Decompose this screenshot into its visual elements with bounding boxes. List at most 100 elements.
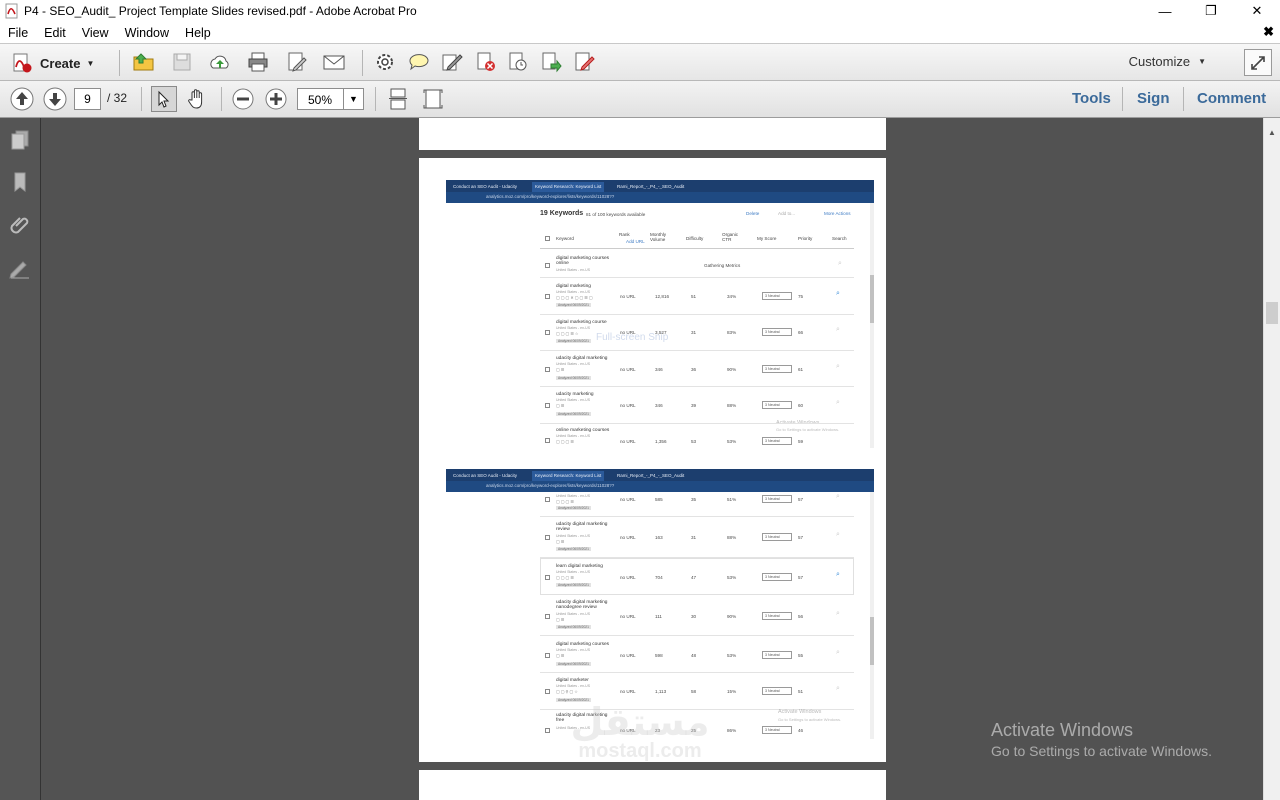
checkbox bbox=[545, 614, 550, 619]
email-icon[interactable] bbox=[322, 50, 346, 74]
search-icon: ⌕ bbox=[836, 326, 840, 333]
settings-gear-icon[interactable] bbox=[373, 50, 397, 74]
volume-value: 111 bbox=[655, 614, 662, 619]
keyword-location: United States - en-US bbox=[556, 398, 591, 402]
tools-panel-link[interactable]: Tools bbox=[1072, 90, 1111, 107]
ctr-value: 53% bbox=[727, 653, 737, 658]
zoom-level-select[interactable]: 50% ▼ bbox=[297, 88, 364, 110]
scrollbar-thumb[interactable] bbox=[1266, 302, 1278, 324]
search-icon: ⌕ bbox=[836, 493, 840, 500]
search-icon: ⌕ bbox=[836, 399, 840, 406]
select-tool-button[interactable] bbox=[151, 86, 177, 112]
menu-view[interactable]: View bbox=[74, 26, 117, 40]
serp-features-icons: ▢☰ bbox=[556, 403, 566, 408]
toolbar-divider bbox=[375, 87, 376, 111]
activate-windows-overlay: Activate Windows bbox=[778, 709, 822, 715]
signatures-icon[interactable] bbox=[8, 257, 32, 281]
vertical-scrollbar[interactable]: ▲ bbox=[1263, 118, 1280, 800]
hand-tool-icon[interactable] bbox=[185, 87, 209, 111]
search-icon: ⌕ bbox=[838, 260, 842, 267]
difficulty-value: 48 bbox=[691, 653, 697, 658]
print-icon[interactable] bbox=[246, 50, 270, 74]
create-button[interactable]: Create ▼ bbox=[10, 52, 94, 74]
serp-features-icons: ▢▢▢☰ bbox=[556, 499, 575, 504]
score-select: 3 Neutral bbox=[762, 533, 792, 541]
serp-features-icons: ▢▢⚲▢☆ bbox=[556, 689, 579, 694]
redact-icon[interactable] bbox=[474, 50, 498, 74]
close-window-button[interactable]: ✕ bbox=[1234, 0, 1280, 22]
difficulty-value: 58 bbox=[691, 689, 697, 694]
chevron-down-icon: ▼ bbox=[1198, 57, 1206, 66]
comment-panel-link[interactable]: Comment bbox=[1197, 90, 1266, 107]
page-thumbnails-icon[interactable] bbox=[8, 128, 32, 152]
navigation-pane bbox=[0, 118, 41, 800]
previous-page-icon[interactable] bbox=[9, 86, 35, 112]
zoom-out-icon[interactable] bbox=[231, 87, 255, 111]
difficulty-value: 31 bbox=[691, 535, 697, 540]
search-icon: ⌕ bbox=[836, 610, 840, 617]
gathering-metrics: Gathering Metrics bbox=[704, 263, 741, 268]
priority-value: 59 bbox=[798, 439, 804, 444]
browser-tab: Rami_Report_-_P4_-_SEO_Audit bbox=[617, 473, 685, 478]
page-number-input[interactable]: 9 bbox=[74, 88, 101, 110]
protect-document-icon[interactable] bbox=[506, 50, 530, 74]
rank-value: no URL bbox=[620, 367, 636, 372]
search-icon: ⌕ bbox=[836, 649, 840, 656]
close-document-button[interactable]: ✖ bbox=[1263, 24, 1274, 40]
col-monthly-volume: Monthly Volume bbox=[650, 232, 667, 242]
keyword-text: udacity digital marketing bbox=[556, 356, 608, 361]
score-select: 3 Neutral bbox=[762, 612, 792, 620]
sign-pen-icon[interactable] bbox=[440, 50, 464, 74]
main-toolbar: Create ▼ Customize ▼ bbox=[0, 43, 1280, 81]
col-search: Search bbox=[832, 236, 847, 241]
scroll-mode-icon[interactable] bbox=[386, 87, 410, 111]
activate-windows-overlay-sub: Go to Settings to activate Windows. bbox=[776, 427, 840, 432]
menu-file[interactable]: File bbox=[0, 26, 36, 40]
expand-view-button[interactable] bbox=[1244, 49, 1272, 76]
sign-panel-link[interactable]: Sign bbox=[1137, 90, 1170, 107]
priority-value: 61 bbox=[798, 367, 804, 372]
col-keyword: Keyword bbox=[556, 236, 574, 241]
difficulty-value: 35 bbox=[691, 497, 697, 502]
keyword-location: United States - en-US bbox=[556, 612, 591, 616]
maximize-button[interactable]: ❐ bbox=[1188, 0, 1234, 22]
serp-features-icons: ▢☰ bbox=[556, 617, 566, 622]
toolbar-divider bbox=[141, 87, 142, 111]
url-text: analytics.moz.com/pro/keyword-explorer/l… bbox=[486, 483, 615, 488]
open-folder-icon[interactable] bbox=[132, 50, 156, 74]
volume-value: 704 bbox=[655, 575, 663, 580]
rank-value: no URL bbox=[620, 439, 636, 444]
keyword-text: udacity digital marketing nanodegree rev… bbox=[556, 600, 608, 610]
next-page-icon[interactable] bbox=[42, 86, 68, 112]
customize-dropdown[interactable]: Customize ▼ bbox=[1129, 54, 1206, 69]
toolbar-divider bbox=[119, 50, 120, 76]
checkbox bbox=[545, 689, 550, 694]
attachments-paperclip-icon[interactable] bbox=[8, 214, 32, 238]
rank-value: no URL bbox=[620, 689, 636, 694]
edit-document-icon[interactable] bbox=[285, 50, 309, 74]
fit-page-icon[interactable] bbox=[421, 87, 445, 111]
bookmarks-icon[interactable] bbox=[8, 170, 32, 194]
upload-cloud-icon[interactable] bbox=[208, 50, 232, 74]
keyword-text: digital marketing courses online bbox=[556, 256, 610, 266]
export-pdf-icon[interactable] bbox=[539, 50, 563, 74]
difficulty-value: 39 bbox=[691, 403, 697, 408]
form-edit-icon[interactable] bbox=[572, 50, 596, 74]
zoom-in-icon[interactable] bbox=[264, 87, 288, 111]
keyword-location: United States - en-US bbox=[556, 326, 591, 330]
save-icon[interactable] bbox=[170, 50, 194, 74]
volume-value: 12,816 bbox=[655, 294, 670, 299]
comment-bubble-icon[interactable] bbox=[407, 50, 431, 74]
browser-url-bar: analytics.moz.com/pro/keyword-explorer/l… bbox=[446, 192, 874, 203]
score-select: 3 Neutral bbox=[762, 573, 792, 581]
checkbox bbox=[545, 403, 550, 408]
minimize-button[interactable]: — bbox=[1142, 0, 1188, 22]
menu-window[interactable]: Window bbox=[117, 26, 177, 40]
browser-tab-bar: Conduct an SEO Audit - Udacity Keyword R… bbox=[446, 469, 874, 481]
scroll-up-arrow-icon[interactable]: ▲ bbox=[1268, 128, 1276, 137]
menu-help[interactable]: Help bbox=[177, 26, 219, 40]
menu-edit[interactable]: Edit bbox=[36, 26, 74, 40]
menu-bar: File Edit View Window Help ✖ bbox=[0, 22, 1280, 43]
chevron-down-icon[interactable]: ▼ bbox=[343, 89, 363, 109]
embedded-screenshot-1: Conduct an SEO Audit - Udacity Keyword R… bbox=[446, 180, 874, 448]
